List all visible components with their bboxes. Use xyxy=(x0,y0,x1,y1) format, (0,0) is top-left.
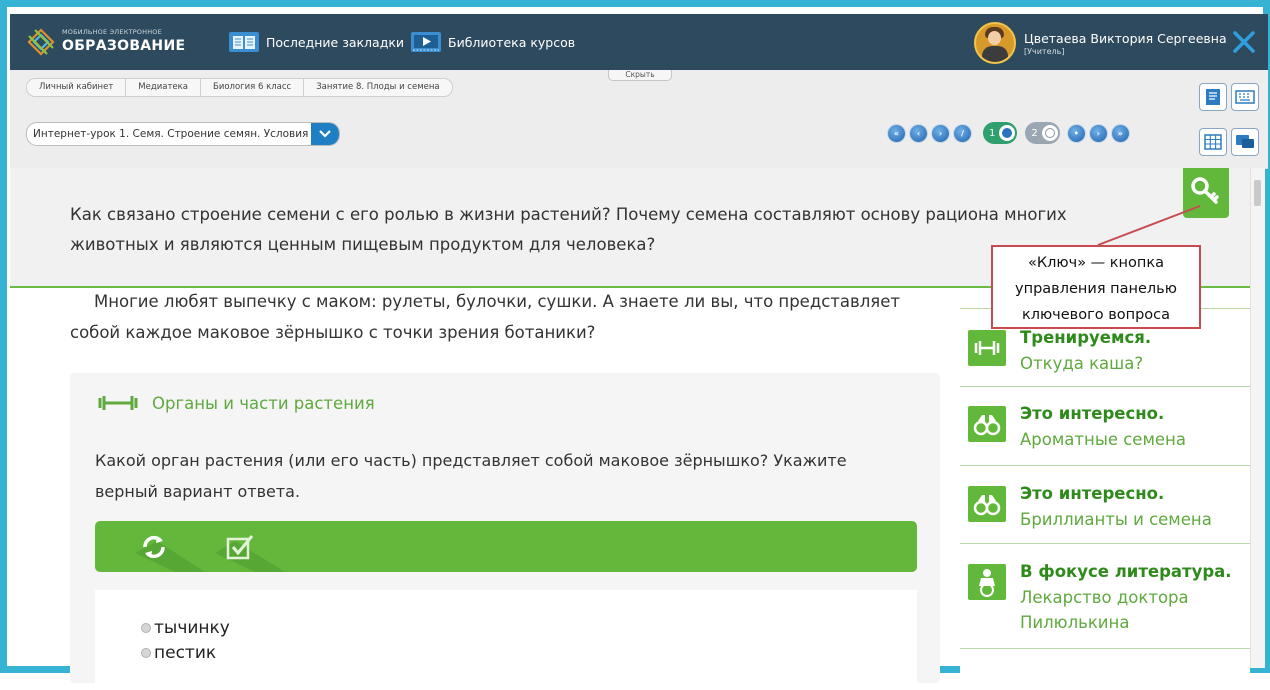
callout-leader-line xyxy=(1097,205,1201,246)
callout-text: «Ключ» — кнопка управления панелью ключе… xyxy=(1015,255,1177,323)
callout-annotation: «Ключ» — кнопка управления панелью ключе… xyxy=(991,245,1201,329)
